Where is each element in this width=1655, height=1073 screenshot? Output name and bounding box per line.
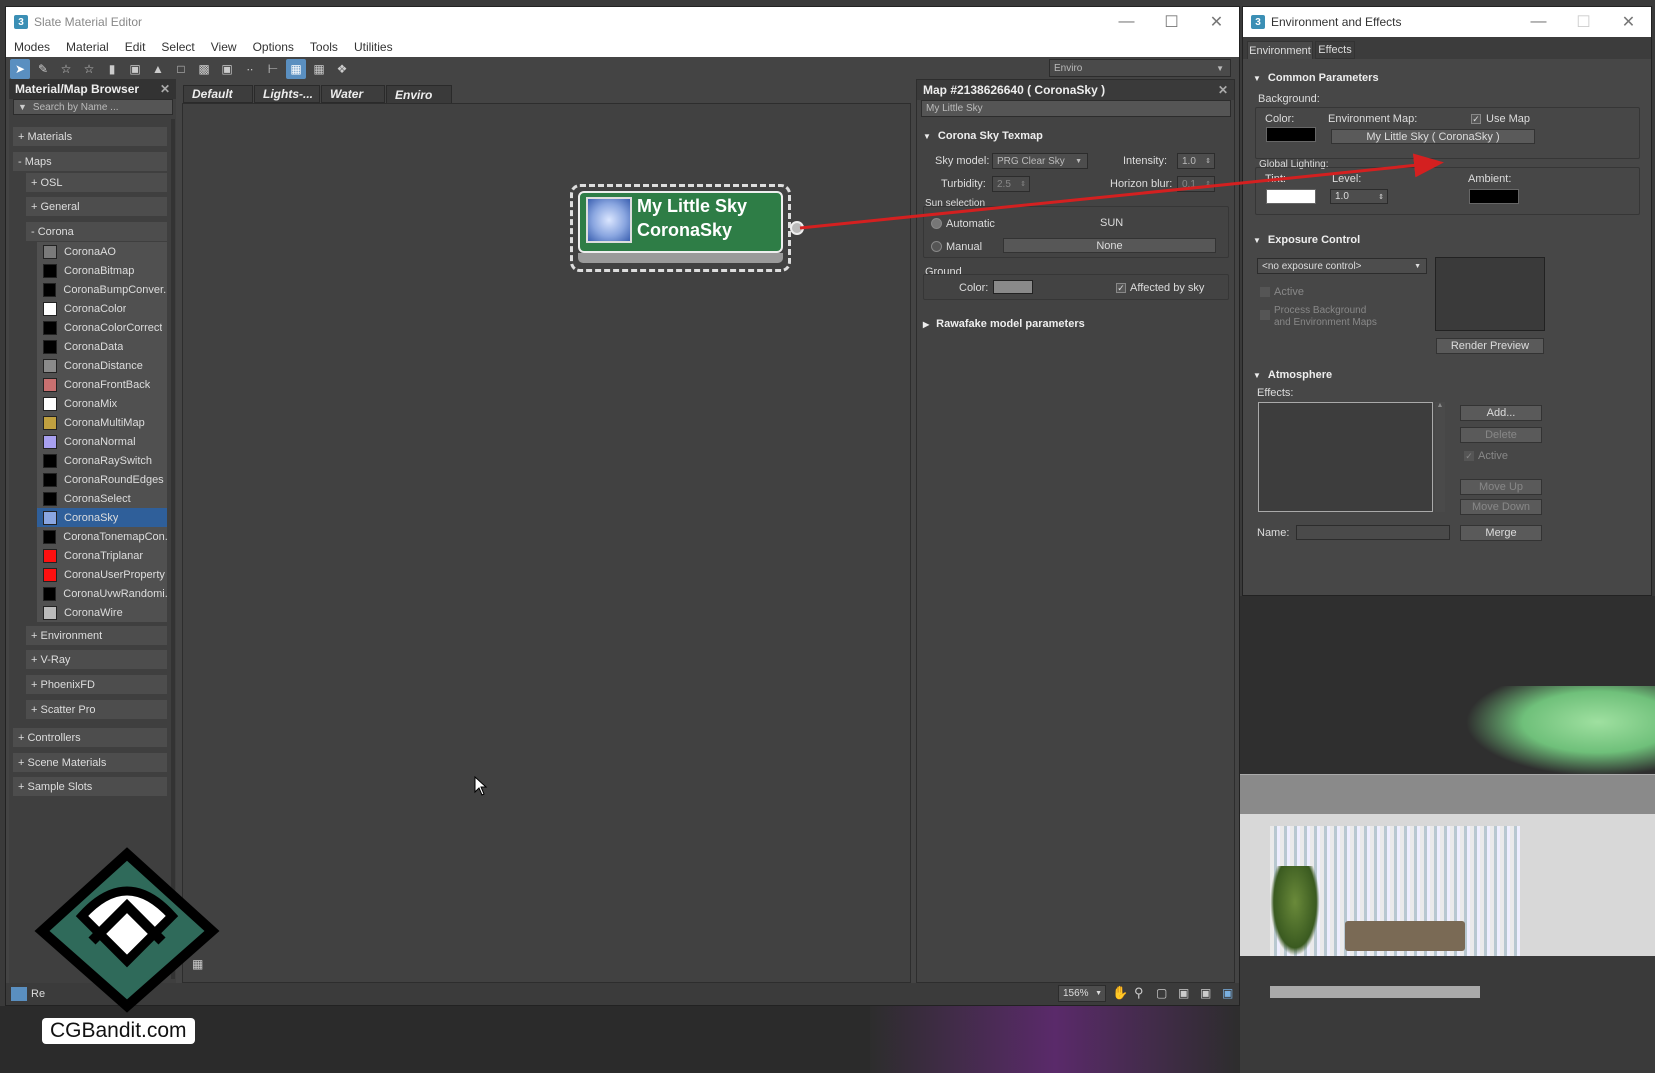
mouse-cursor-icon xyxy=(474,775,488,799)
cgbandit-logo: CGBandit.com xyxy=(22,846,237,1046)
red-arrow-line xyxy=(799,153,1444,230)
watermark-text: CGBandit.com xyxy=(42,1018,195,1044)
annotation-arrow xyxy=(799,153,1444,230)
